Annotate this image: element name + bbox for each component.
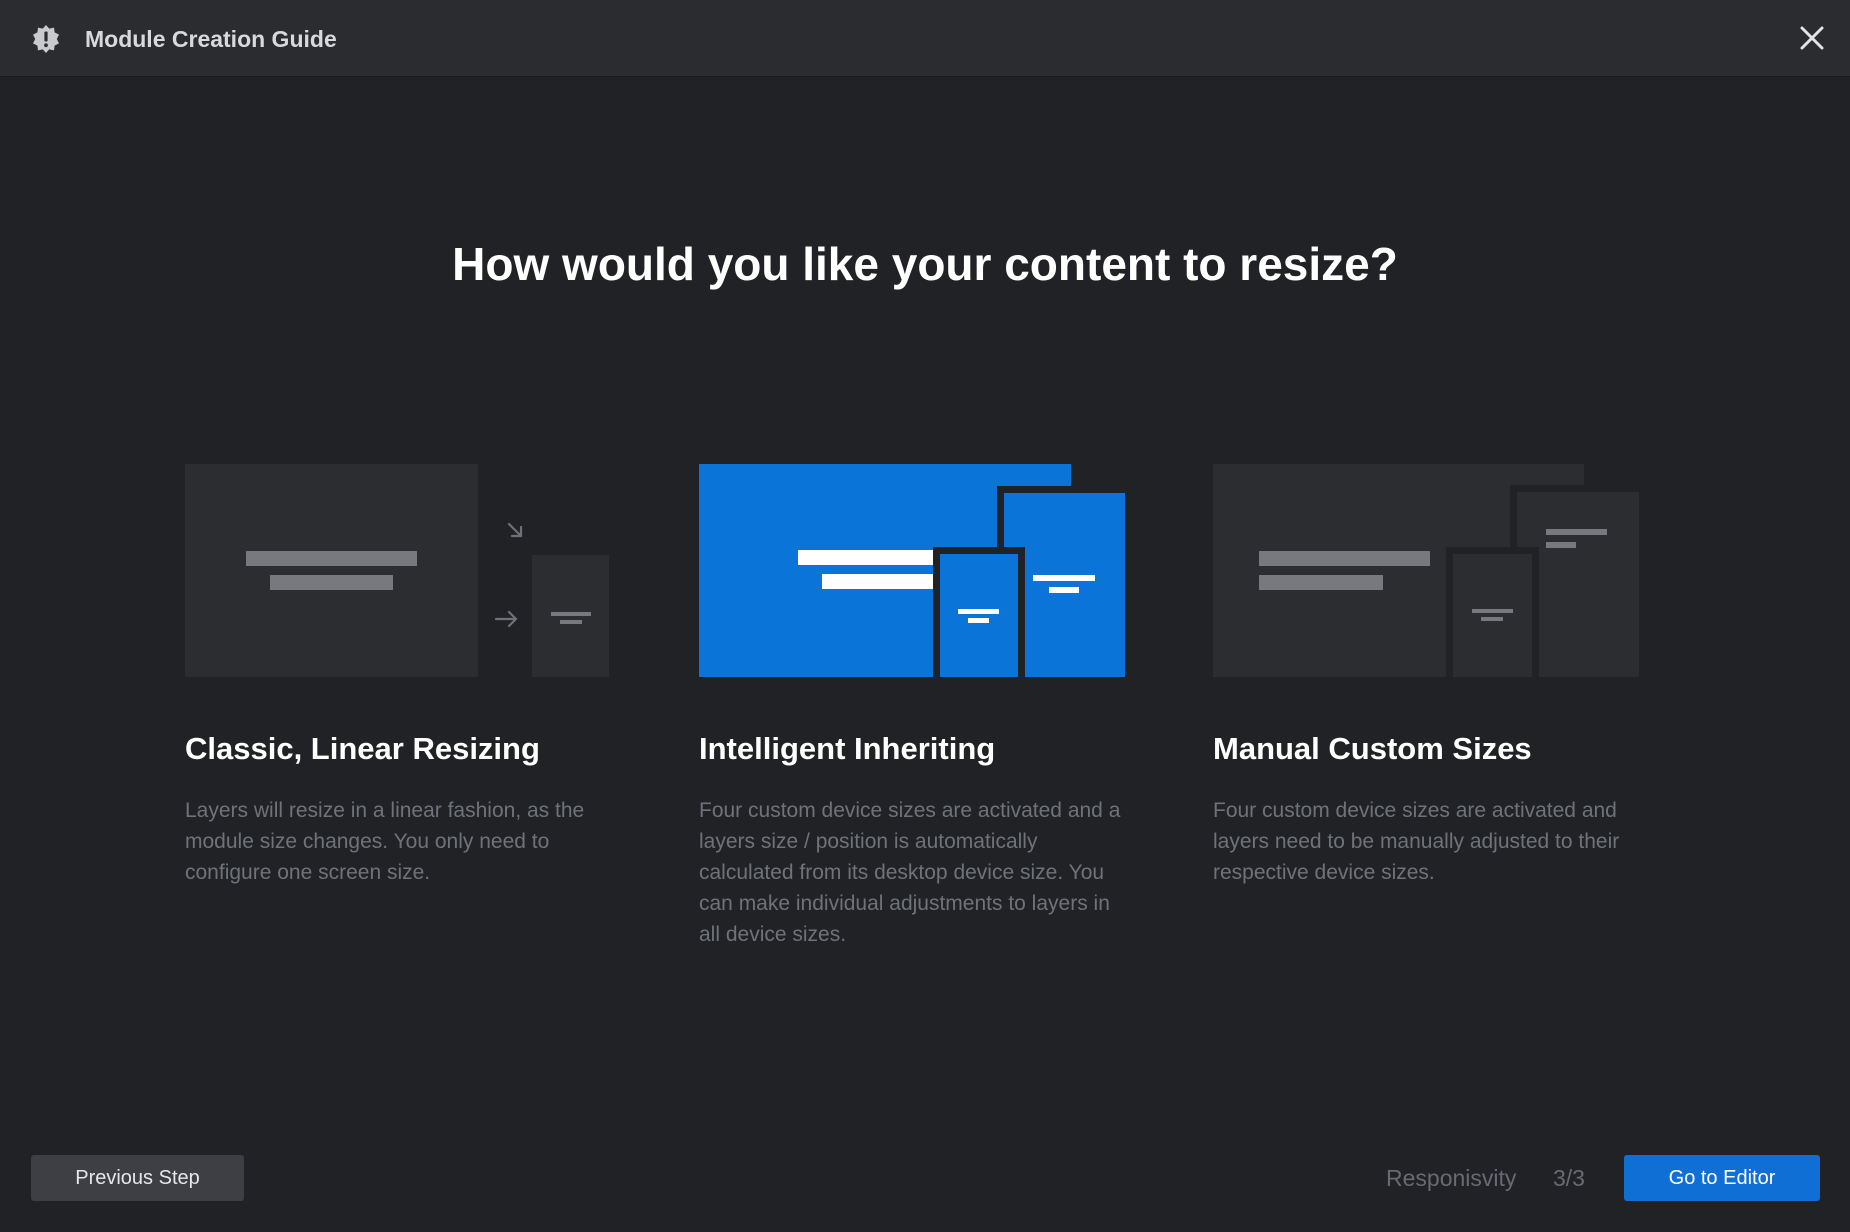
step-counter: 3/3 xyxy=(1553,1165,1585,1191)
go-to-editor-button[interactable]: Go to Editor xyxy=(1624,1155,1820,1201)
option-description: Four custom device sizes are activated a… xyxy=(1213,799,1620,884)
option-description: Layers will resize in a linear fashion, … xyxy=(185,799,585,884)
manual-custom-sizes-illustration xyxy=(1213,464,1639,677)
intelligent-inheriting-illustration xyxy=(699,464,1125,677)
page-heading: How would you like your content to resiz… xyxy=(452,238,1398,290)
option-manual-custom-sizes[interactable]: Manual Custom Sizes Four custom device s… xyxy=(1213,464,1639,888)
option-classic-linear-resizing[interactable]: Classic, Linear Resizing Layers will res… xyxy=(185,464,611,888)
option-intelligent-inheriting[interactable]: Intelligent Inheriting Four custom devic… xyxy=(699,464,1125,950)
option-title: Intelligent Inheriting xyxy=(699,731,996,766)
title-bar: Module Creation Guide xyxy=(0,0,1850,77)
close-icon[interactable] xyxy=(1796,22,1828,54)
gear-badge-icon xyxy=(33,25,59,53)
option-title: Classic, Linear Resizing xyxy=(185,731,540,766)
option-description: Four custom device sizes are activated a… xyxy=(699,799,1121,946)
step-label: Responisvity xyxy=(1386,1165,1517,1191)
option-title: Manual Custom Sizes xyxy=(1213,731,1532,766)
previous-step-button[interactable]: Previous Step xyxy=(31,1155,244,1201)
classic-resizing-illustration xyxy=(185,464,609,677)
window-title: Module Creation Guide xyxy=(85,26,337,52)
